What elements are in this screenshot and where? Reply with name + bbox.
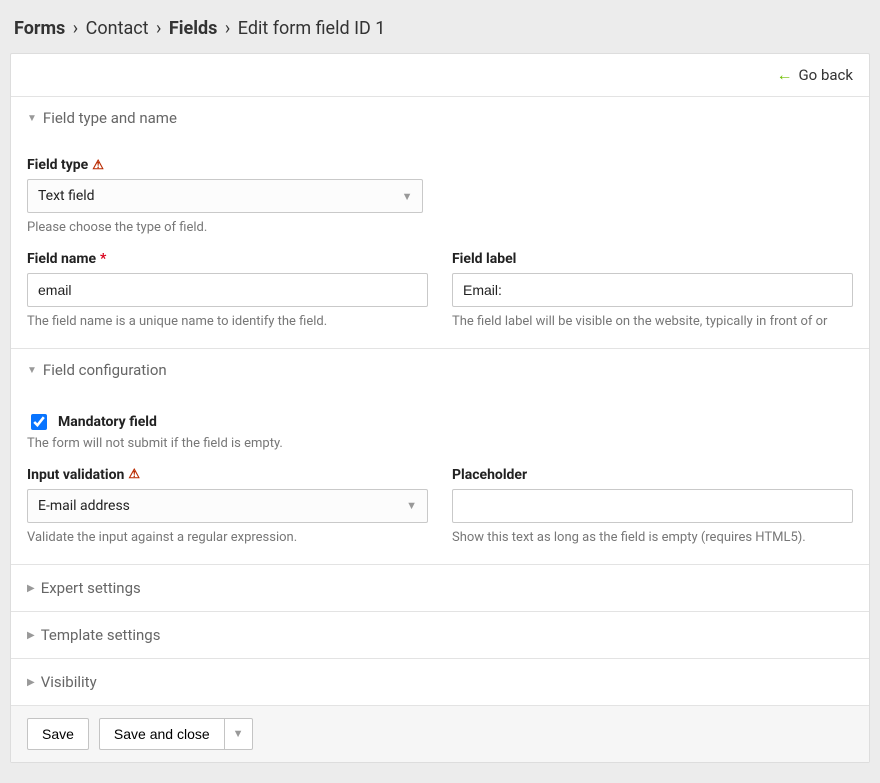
breadcrumb-current: Edit form field ID 1 — [238, 18, 386, 39]
breadcrumb-separator: › — [225, 18, 230, 39]
caret-down-icon: ▼ — [27, 113, 37, 124]
field-label-help: The field label will be visible on the w… — [452, 313, 853, 331]
field-name-label: Field name — [27, 251, 96, 267]
save-close-button[interactable]: Save and close — [99, 718, 225, 750]
field-label-label: Field label — [452, 251, 516, 267]
caret-right-icon: ▶ — [27, 630, 35, 641]
mandatory-label: Mandatory field — [58, 414, 157, 430]
warning-icon: ⚠ — [92, 158, 104, 173]
field-name-input[interactable] — [27, 273, 428, 307]
section-title: Template settings — [41, 626, 161, 644]
breadcrumb-item[interactable]: Fields — [169, 18, 218, 39]
breadcrumb-separator: › — [156, 18, 161, 39]
section-header-template[interactable]: ▶ Template settings — [11, 612, 869, 658]
validation-label-row: Input validation ⚠ — [27, 467, 428, 483]
section-header-expert[interactable]: ▶ Expert settings — [11, 565, 869, 611]
placeholder-input[interactable] — [452, 489, 853, 523]
breadcrumb-item[interactable]: Forms — [14, 18, 65, 39]
placeholder-label-row: Placeholder — [452, 467, 853, 483]
breadcrumb: Forms › Contact › Fields › Edit form fie… — [10, 10, 870, 53]
section-visibility: ▶ Visibility — [11, 658, 869, 705]
breadcrumb-item[interactable]: Contact — [86, 18, 149, 39]
section-title: Field type and name — [43, 109, 177, 127]
section-title: Expert settings — [41, 579, 141, 597]
field-label-input[interactable] — [452, 273, 853, 307]
validation-label: Input validation — [27, 467, 124, 483]
field-name-label-row: Field name* — [27, 251, 428, 267]
field-type-label-row: Field type ⚠ — [27, 157, 423, 173]
validation-select[interactable]: E-mail address ▼ — [27, 489, 428, 523]
validation-value: E-mail address — [38, 498, 130, 514]
section-title: Visibility — [41, 673, 97, 691]
chevron-down-icon: ▼ — [406, 499, 417, 512]
section-template: ▶ Template settings — [11, 611, 869, 658]
required-star: * — [100, 251, 106, 267]
field-type-label: Field type — [27, 157, 88, 173]
placeholder-label: Placeholder — [452, 467, 527, 483]
section-type-name: ▼ Field type and name Field type ⚠ Text … — [11, 96, 869, 348]
section-header-type-name[interactable]: ▼ Field type and name — [11, 97, 869, 139]
panel-footer: Save Save and close ▼ — [11, 705, 869, 762]
section-config: ▼ Field configuration Mandatory field Th… — [11, 348, 869, 564]
mandatory-row: Mandatory field — [27, 411, 853, 433]
save-close-split: Save and close ▼ — [99, 718, 253, 750]
section-title: Field configuration — [43, 361, 167, 379]
go-back-label: Go back — [798, 66, 853, 84]
go-back-link[interactable]: ← Go back — [776, 66, 853, 84]
mandatory-help: The form will not submit if the field is… — [27, 435, 853, 453]
arrow-left-icon: ← — [776, 67, 792, 83]
panel-topbar: ← Go back — [11, 54, 869, 96]
field-type-value: Text field — [38, 188, 95, 204]
placeholder-help: Show this text as long as the field is e… — [452, 529, 853, 547]
caret-right-icon: ▶ — [27, 677, 35, 688]
mandatory-checkbox[interactable] — [31, 414, 47, 430]
warning-icon: ⚠ — [128, 467, 140, 482]
chevron-down-icon: ▼ — [402, 190, 413, 203]
caret-right-icon: ▶ — [27, 583, 35, 594]
section-header-config[interactable]: ▼ Field configuration — [11, 349, 869, 391]
chevron-down-icon: ▼ — [233, 728, 244, 740]
save-button[interactable]: Save — [27, 718, 89, 750]
field-label-label-row: Field label — [452, 251, 853, 267]
breadcrumb-separator: › — [73, 18, 78, 39]
field-name-help: The field name is a unique name to ident… — [27, 313, 428, 331]
section-expert: ▶ Expert settings — [11, 564, 869, 611]
validation-help: Validate the input against a regular exp… — [27, 529, 428, 547]
field-type-help: Please choose the type of field. — [27, 219, 423, 237]
field-type-select[interactable]: Text field ▼ — [27, 179, 423, 213]
edit-panel: ← Go back ▼ Field type and name Field ty… — [10, 53, 870, 763]
save-close-dropdown[interactable]: ▼ — [225, 718, 253, 750]
caret-down-icon: ▼ — [27, 365, 37, 376]
section-header-visibility[interactable]: ▶ Visibility — [11, 659, 869, 705]
